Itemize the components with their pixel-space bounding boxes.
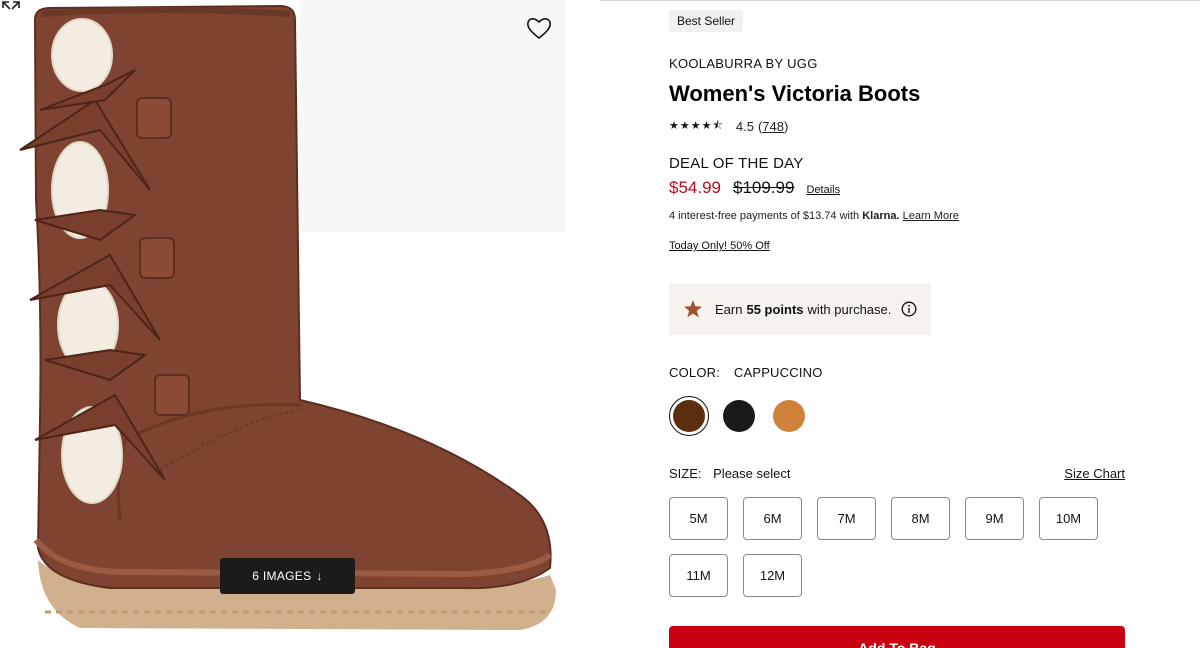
product-image-gallery[interactable]: 6 IMAGES ↓ — [0, 0, 600, 648]
color-swatch-cappuccino[interactable] — [669, 396, 709, 436]
images-count-label: 6 IMAGES — [252, 569, 312, 583]
deal-of-the-day-label: DEAL OF THE DAY — [669, 155, 804, 172]
product-rating[interactable]: ★★★★⯪ 4.5 (748) — [669, 117, 788, 136]
size-option[interactable]: 9M — [965, 497, 1024, 540]
original-price: $109.99 — [733, 178, 795, 197]
size-option[interactable]: 7M — [817, 497, 876, 540]
points-suffix: with purchase. — [807, 301, 892, 317]
arrow-down-icon: ↓ — [316, 569, 323, 583]
product-title: Women's Victoria Boots — [669, 81, 921, 106]
size-options: 5M 6M 7M 8M 9M 10M 11M 12M — [669, 497, 1139, 597]
view-all-images-button[interactable]: 6 IMAGES ↓ — [220, 558, 355, 594]
size-value: Please select — [713, 466, 791, 481]
color-swatches — [669, 396, 819, 436]
size-option[interactable]: 5M — [669, 497, 728, 540]
color-value: CAPPUCCINO — [733, 365, 823, 380]
rating-value: 4.5 — [735, 119, 754, 134]
klarna-learn-more-link[interactable]: Learn More — [903, 210, 959, 222]
points-prefix: Earn — [715, 301, 743, 317]
color-selection-label: COLOR: CAPPUCCINO — [669, 365, 823, 380]
rating-stars-icon: ★★★★⯪ — [669, 120, 724, 132]
price-row: $54.99 $109.99 Details — [669, 178, 840, 198]
swatch-fill — [723, 400, 755, 432]
star-icon — [684, 300, 702, 318]
sale-price: $54.99 — [669, 178, 721, 197]
klarna-payment-info: 4 interest-free payments of $13.74 with … — [669, 210, 959, 222]
promo-link[interactable]: Today Only! 50% Off — [669, 240, 770, 252]
klarna-logo: Klarna. — [862, 210, 900, 222]
price-details-link[interactable]: Details — [806, 184, 840, 196]
expand-icon[interactable] — [0, 0, 22, 16]
product-brand[interactable]: KOOLABURRA BY UGG — [669, 56, 818, 71]
color-label: COLOR: — [669, 365, 721, 380]
size-selection-label: SIZE: Please select Size Chart — [669, 466, 1125, 481]
swatch-fill — [673, 400, 705, 432]
points-amount: 55 points — [746, 301, 804, 317]
product-image — [19, 0, 565, 630]
best-seller-badge: Best Seller — [669, 10, 744, 32]
size-label: SIZE: — [669, 466, 702, 481]
heart-icon — [527, 18, 551, 40]
add-to-bag-button[interactable]: Add To Bag — [669, 626, 1125, 648]
info-icon[interactable] — [901, 301, 917, 317]
size-option[interactable]: 12M — [743, 554, 802, 597]
size-option[interactable]: 11M — [669, 554, 728, 597]
size-chart-link[interactable]: Size Chart — [1064, 466, 1125, 481]
rating-count-wrapper: (748) — [757, 119, 789, 134]
product-details-panel: Best Seller KOOLABURRA BY UGG Women's Vi… — [669, 0, 1139, 648]
swatch-fill — [773, 400, 805, 432]
size-option[interactable]: 8M — [891, 497, 950, 540]
rating-count-link[interactable]: 748 — [762, 119, 784, 134]
add-to-favorites-button[interactable] — [524, 14, 554, 42]
klarna-text: 4 interest-free payments of $13.74 with — [669, 210, 860, 222]
color-swatch-black[interactable] — [719, 396, 759, 436]
size-option[interactable]: 10M — [1039, 497, 1098, 540]
rewards-points-banner: Earn 55 points with purchase. — [669, 283, 931, 335]
color-swatch-chestnut[interactable] — [769, 396, 809, 436]
size-option[interactable]: 6M — [743, 497, 802, 540]
